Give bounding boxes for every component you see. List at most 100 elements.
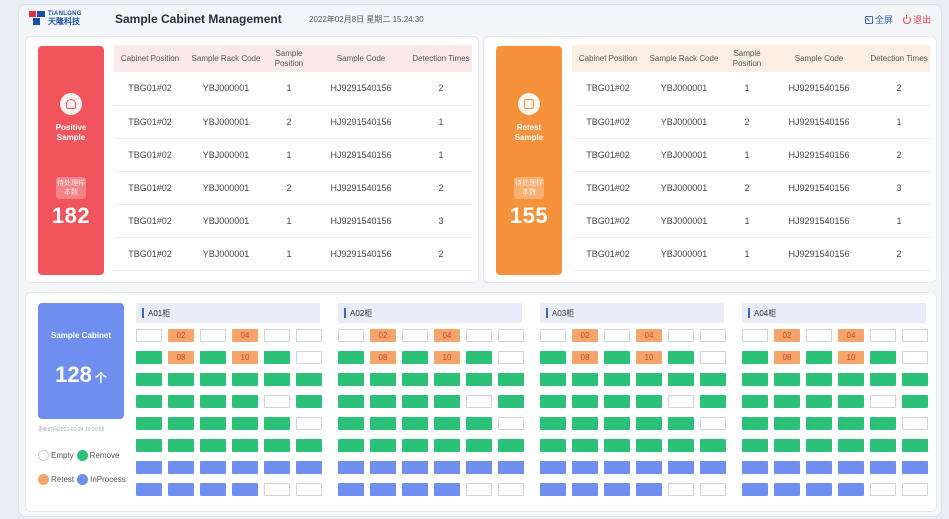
cabinet-slot[interactable] <box>902 373 928 386</box>
cabinet-slot[interactable] <box>434 373 460 386</box>
cabinet-slot[interactable] <box>338 439 364 452</box>
cabinet-slot[interactable] <box>700 461 726 474</box>
cabinet-slot[interactable]: 02 <box>572 329 598 342</box>
cabinet-slot[interactable] <box>136 483 162 496</box>
cabinet-slot[interactable]: 08 <box>370 351 396 364</box>
cabinet-slot[interactable] <box>338 395 364 408</box>
cabinet-slot[interactable] <box>264 417 290 430</box>
table-row[interactable]: TBG01#02 YBJ000001 1 HJ9291540156 2 <box>114 72 472 106</box>
cabinet-slot[interactable] <box>806 329 832 342</box>
cabinet-slot[interactable] <box>668 329 694 342</box>
cabinet-slot[interactable]: 02 <box>370 329 396 342</box>
cabinet-slot[interactable] <box>200 351 226 364</box>
table-row[interactable]: TBG01#02 YBJ000001 1 HJ9291540156 2 <box>114 237 472 271</box>
cabinet-slot[interactable] <box>296 439 322 452</box>
cabinet-slot[interactable] <box>434 417 460 430</box>
cabinet-slot[interactable] <box>870 417 896 430</box>
cabinet-slot[interactable] <box>668 461 694 474</box>
cabinet-slot[interactable] <box>774 439 800 452</box>
cabinet-slot[interactable] <box>498 351 524 364</box>
cabinet-slot[interactable] <box>540 417 566 430</box>
positive-sample-card[interactable]: Positive Sample 待处理样本数 182 <box>38 46 104 275</box>
cabinet-slot[interactable] <box>466 417 492 430</box>
cabinet-slot[interactable]: 08 <box>572 351 598 364</box>
cabinet-slot[interactable]: 02 <box>168 329 194 342</box>
cabinet-slot[interactable] <box>296 395 322 408</box>
cabinet-slot[interactable] <box>338 329 364 342</box>
cabinet-slot[interactable] <box>200 417 226 430</box>
cabinet-slot[interactable] <box>296 417 322 430</box>
cabinet-slot[interactable] <box>838 461 864 474</box>
cabinet-slot[interactable] <box>838 395 864 408</box>
cabinet-slot[interactable] <box>636 373 662 386</box>
cabinet-slot[interactable]: 02 <box>774 329 800 342</box>
cabinet-slot[interactable] <box>668 351 694 364</box>
cabinet-slot[interactable] <box>700 483 726 496</box>
cabinet-slot[interactable] <box>742 329 768 342</box>
cabinet-slot[interactable] <box>604 417 630 430</box>
cabinet-slot[interactable] <box>402 351 428 364</box>
cabinet-slot[interactable] <box>136 351 162 364</box>
cabinet-slot[interactable] <box>806 483 832 496</box>
cabinet-slot[interactable] <box>232 417 258 430</box>
cabinet-slot[interactable] <box>370 373 396 386</box>
cabinet-slot[interactable] <box>604 439 630 452</box>
cabinet-slot[interactable] <box>338 483 364 496</box>
cabinet-slot[interactable] <box>370 461 396 474</box>
cabinet-slot[interactable] <box>498 373 524 386</box>
cabinet-slot[interactable] <box>604 395 630 408</box>
cabinet-slot[interactable] <box>774 461 800 474</box>
cabinet-slot[interactable] <box>870 329 896 342</box>
cabinet-slot[interactable] <box>870 395 896 408</box>
cabinet-slot[interactable] <box>232 395 258 408</box>
cabinet-slot[interactable] <box>668 439 694 452</box>
cabinet-slot[interactable] <box>742 461 768 474</box>
cabinet-slot[interactable] <box>774 417 800 430</box>
cabinet-slot[interactable] <box>264 461 290 474</box>
cabinet-slot[interactable]: 04 <box>838 329 864 342</box>
retest-sample-card[interactable]: Retest Sample 待处理样本数 155 <box>496 46 562 275</box>
table-row[interactable]: TBG01#02 YBJ000001 2 HJ9291540156 3 <box>572 171 930 205</box>
exit-button[interactable]: 退出 <box>902 13 931 26</box>
cabinet-slot[interactable] <box>572 483 598 496</box>
cabinet-slot[interactable] <box>498 329 524 342</box>
cabinet-slot[interactable] <box>296 373 322 386</box>
cabinet-slot[interactable] <box>466 461 492 474</box>
cabinet-slot[interactable] <box>498 439 524 452</box>
cabinet-slot[interactable] <box>636 395 662 408</box>
cabinet-slot[interactable] <box>370 439 396 452</box>
cabinet-slot[interactable] <box>700 329 726 342</box>
cabinet-slot[interactable] <box>700 417 726 430</box>
table-row[interactable]: TBG01#02 YBJ000001 1 HJ9291540156 1 <box>114 138 472 172</box>
cabinet-slot[interactable] <box>264 439 290 452</box>
cabinet-slot[interactable] <box>902 483 928 496</box>
cabinet-slot[interactable] <box>700 373 726 386</box>
cabinet-slot[interactable] <box>338 351 364 364</box>
cabinet-slot[interactable] <box>264 329 290 342</box>
cabinet-slot[interactable] <box>636 461 662 474</box>
cabinet-slot[interactable] <box>668 417 694 430</box>
cabinet-slot[interactable] <box>338 461 364 474</box>
cabinet-slot[interactable] <box>902 351 928 364</box>
table-row[interactable]: TBG01#02 YBJ000001 1 HJ9291540156 1 <box>572 204 930 238</box>
cabinet-slot[interactable] <box>540 351 566 364</box>
cabinet-slot[interactable] <box>200 439 226 452</box>
cabinet-slot[interactable] <box>338 373 364 386</box>
cabinet-slot[interactable] <box>540 373 566 386</box>
cabinet-slot[interactable] <box>434 439 460 452</box>
cabinet-slot[interactable] <box>572 417 598 430</box>
cabinet-slot[interactable] <box>604 373 630 386</box>
cabinet-slot[interactable] <box>136 395 162 408</box>
cabinet-slot[interactable]: 10 <box>838 351 864 364</box>
cabinet-slot[interactable] <box>604 461 630 474</box>
cabinet-slot[interactable] <box>604 329 630 342</box>
cabinet-slot[interactable] <box>870 373 896 386</box>
cabinet-slot[interactable]: 08 <box>168 351 194 364</box>
cabinet-slot[interactable] <box>200 329 226 342</box>
cabinet-slot[interactable] <box>838 483 864 496</box>
cabinet-slot[interactable] <box>540 329 566 342</box>
cabinet-slot[interactable] <box>264 483 290 496</box>
cabinet-slot[interactable] <box>604 351 630 364</box>
cabinet-slot[interactable] <box>264 373 290 386</box>
cabinet-slot[interactable] <box>572 373 598 386</box>
